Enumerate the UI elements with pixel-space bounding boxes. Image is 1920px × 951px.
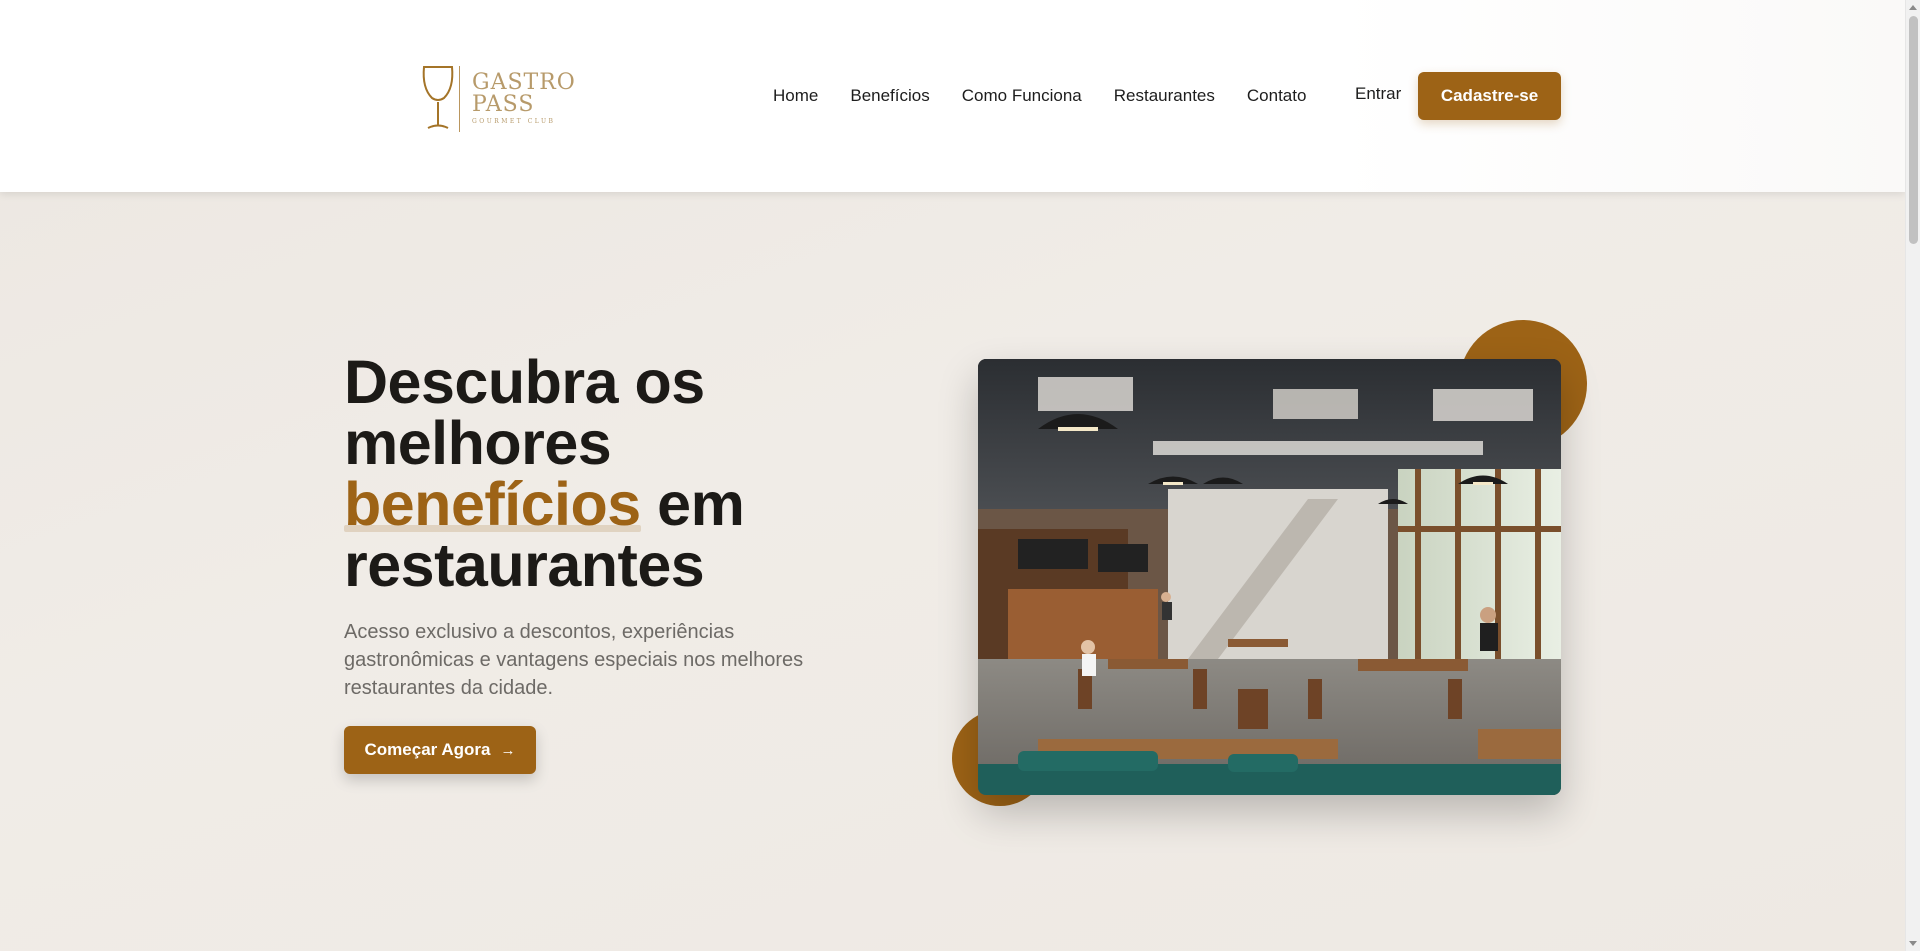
- scrollbar-thumb[interactable]: [1909, 16, 1918, 244]
- restaurant-interior-illustration: [978, 359, 1561, 795]
- brand-tagline: GOURMET CLUB: [472, 118, 556, 125]
- brand-line1: GASTRO: [472, 70, 576, 95]
- hero-title: Descubra os melhores benefícios em resta…: [344, 352, 904, 596]
- nav-home[interactable]: Home: [773, 86, 818, 106]
- page-viewport: GASTRO PASS GOURMET CLUB Home Benefícios…: [0, 0, 1905, 951]
- wine-glass-icon: [422, 66, 460, 132]
- hero-title-accent: benefícios: [344, 470, 641, 538]
- arrow-right-icon: →: [500, 741, 516, 759]
- brand-wordmark: GASTRO PASS GOURMET CLUB: [472, 70, 582, 126]
- start-now-button[interactable]: Começar Agora →: [344, 726, 536, 774]
- main-nav: Home Benefícios Como Funciona Restaurant…: [773, 84, 1306, 108]
- brand-line2: PASS: [472, 92, 535, 117]
- vertical-scrollbar[interactable]: [1905, 0, 1920, 951]
- nav-restaurantes[interactable]: Restaurantes: [1114, 86, 1215, 106]
- site-header: GASTRO PASS GOURMET CLUB Home Benefícios…: [0, 0, 1905, 192]
- signup-button[interactable]: Cadastre-se: [1418, 72, 1561, 120]
- start-now-label: Começar Agora: [364, 740, 491, 759]
- hero-title-part1: Descubra os melhores: [344, 348, 705, 477]
- scroll-up-icon[interactable]: [1909, 5, 1917, 10]
- restaurant-interior-photo: [978, 359, 1561, 795]
- hero-description: Acesso exclusivo a descontos, experiênci…: [344, 621, 804, 699]
- login-link[interactable]: Entrar: [1355, 84, 1401, 104]
- nav-contato[interactable]: Contato: [1247, 86, 1307, 106]
- nav-beneficios[interactable]: Benefícios: [850, 86, 929, 106]
- nav-como-funciona[interactable]: Como Funciona: [962, 86, 1082, 106]
- scroll-down-icon[interactable]: [1909, 941, 1917, 946]
- brand-logo[interactable]: GASTRO PASS GOURMET CLUB: [420, 64, 575, 134]
